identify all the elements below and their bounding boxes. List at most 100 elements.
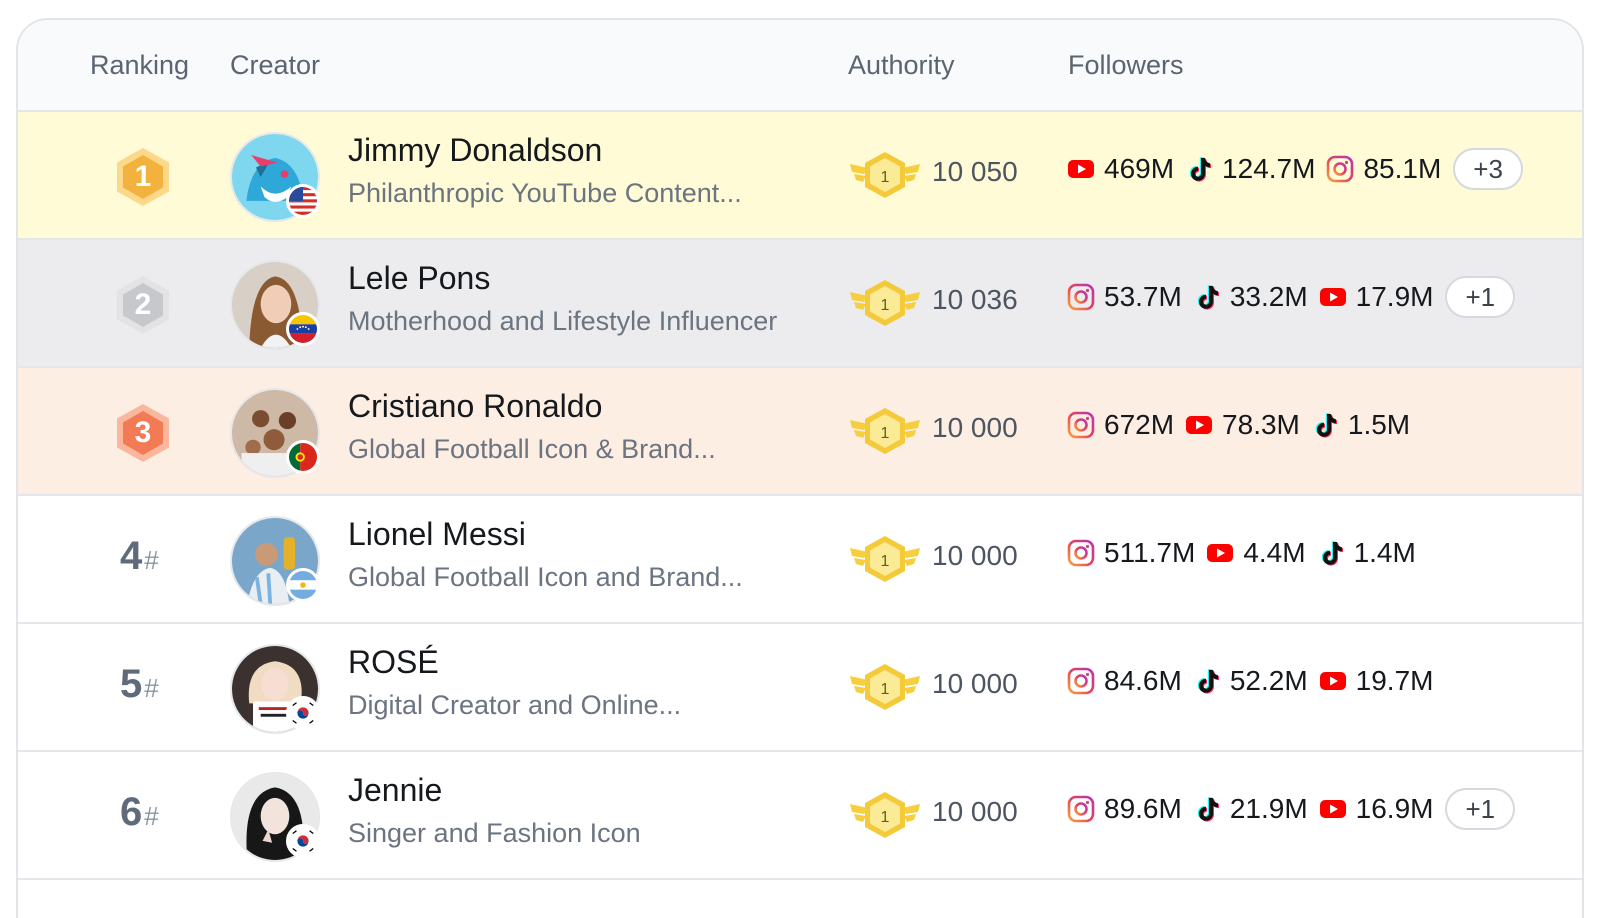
more-platforms-button[interactable]: +1 [1445, 276, 1516, 318]
follower-count-tiktok: 52.2M [1192, 665, 1308, 697]
table-row[interactable]: 2 Lele Pons Motherhood and Lifestyle Influ… [18, 240, 1582, 368]
creator-description: Motherhood and Lifestyle Influencer [348, 306, 778, 336]
follower-value: 1.5M [1347, 409, 1411, 440]
tiktok-icon [1192, 282, 1230, 312]
portugal-flag-icon [286, 440, 320, 474]
follower-value: 1.4M [1353, 537, 1416, 568]
followers-list: 511.7M 4.4M 1.4M [1066, 530, 1426, 576]
follower-count-tiktok: 124.7M [1184, 153, 1315, 185]
authority-level-badge: 1 [848, 662, 922, 714]
rank-medal-badge: 1 [112, 146, 174, 208]
youtube-icon [1318, 666, 1356, 696]
creator-description: Global Football Icon & Brand... [348, 434, 716, 464]
rank-hash: # [144, 545, 159, 575]
creator-name[interactable]: ROSÉ [348, 644, 439, 681]
svg-text:1: 1 [881, 681, 890, 698]
venezuela-flag-icon [286, 312, 320, 346]
rank-medal-badge: 2 [112, 274, 174, 336]
creator-description: Singer and Fashion Icon [348, 818, 641, 848]
follower-value: 672M [1104, 409, 1175, 440]
followers-list: 469M 124.7M 85.1M +3 [1066, 146, 1523, 192]
youtube-icon [1318, 794, 1356, 824]
tiktok-icon [1310, 410, 1348, 440]
creator-name[interactable]: Lionel Messi [348, 516, 526, 553]
youtube-icon [1066, 154, 1104, 184]
follower-count-youtube: 16.9M [1318, 793, 1434, 825]
svg-text:1: 1 [881, 425, 890, 442]
creator-description: Philanthropic YouTube Content... [348, 178, 742, 208]
rank-number: 6# [120, 790, 159, 834]
followers-list: 672M 78.3M 1.5M [1066, 402, 1420, 448]
creator-name[interactable]: Lele Pons [348, 260, 490, 297]
svg-text:1: 1 [881, 169, 890, 186]
more-platforms-button[interactable]: +3 [1453, 148, 1523, 190]
youtube-icon [1205, 538, 1243, 568]
column-header-followers[interactable]: Followers [1068, 50, 1184, 81]
follower-value: 4.4M [1243, 537, 1306, 568]
creator-description: Digital Creator and Online... [348, 690, 682, 720]
authority-level-badge: 1 [848, 150, 922, 202]
follower-value: 469M [1104, 153, 1175, 184]
authority-score: 10 000 [932, 540, 1018, 571]
svg-text:1: 1 [881, 809, 890, 826]
creator-name[interactable]: Jennie [348, 772, 442, 809]
follower-count-tiktok: 1.5M [1310, 409, 1410, 441]
follower-value: 16.9M [1355, 793, 1434, 824]
follower-value: 511.7M [1104, 537, 1196, 568]
follower-value: 89.6M [1104, 793, 1182, 824]
column-header-ranking[interactable]: Ranking [90, 50, 189, 81]
follower-value: 19.7M [1355, 665, 1434, 696]
follower-value: 21.9M [1229, 793, 1308, 824]
follower-value: 124.7M [1222, 153, 1316, 184]
table-row[interactable]: 1 Jimmy Donaldson Philanthropic YouTube Co… [18, 112, 1582, 240]
follower-count-youtube: 19.7M [1318, 665, 1434, 697]
table-row[interactable]: 3 Cristiano Ronaldo Global Football Icon &… [18, 368, 1582, 496]
rank-medal-badge: 3 [112, 402, 174, 464]
youtube-icon [1318, 282, 1356, 312]
follower-count-instagram: 672M [1066, 409, 1174, 441]
korea-flag-icon [286, 824, 320, 858]
us-flag-icon [286, 184, 320, 218]
follower-value: 33.2M [1229, 281, 1308, 312]
instagram-icon [1325, 154, 1363, 184]
followers-list: 89.6M 21.9M 16.9M +1 [1066, 786, 1516, 832]
rank-number: 1 [134, 160, 152, 193]
column-header-authority[interactable]: Authority [848, 50, 955, 81]
authority-level-badge: 1 [848, 406, 922, 458]
table-row[interactable]: 5# ROSÉ Digital Creator and Online... 1 10 0… [18, 624, 1582, 752]
follower-value: 17.9M [1355, 281, 1434, 312]
follower-count-youtube: 469M [1066, 153, 1174, 185]
follower-count-instagram: 511.7M [1066, 537, 1195, 569]
creator-name[interactable]: Jimmy Donaldson [348, 132, 602, 169]
follower-count-instagram: 85.1M [1325, 153, 1441, 185]
follower-value: 53.7M [1104, 281, 1182, 312]
more-platforms-button[interactable]: +1 [1445, 788, 1516, 830]
authority-level-badge: 1 [848, 790, 922, 842]
instagram-icon [1066, 410, 1104, 440]
authority-score: 10 000 [932, 668, 1018, 699]
creator-name[interactable]: Cristiano Ronaldo [348, 388, 602, 425]
youtube-icon [1184, 410, 1222, 440]
authority-level-badge: 1 [848, 534, 922, 586]
follower-count-instagram: 84.6M [1066, 665, 1182, 697]
tiktok-icon [1192, 666, 1230, 696]
table-row[interactable]: 4# Lionel Messi Global Football Icon and B… [18, 496, 1582, 624]
instagram-icon [1066, 538, 1104, 568]
follower-count-tiktok: 21.9M [1192, 793, 1308, 825]
follower-count-youtube: 17.9M [1318, 281, 1434, 313]
table-row[interactable]: 6# Jennie Singer and Fashion Icon 1 10 000 89… [18, 752, 1582, 880]
rank-number: 3 [134, 416, 152, 449]
follower-count-youtube: 78.3M [1184, 409, 1300, 441]
authority-score: 10 050 [932, 156, 1018, 187]
instagram-icon [1066, 666, 1104, 696]
creator-description: Global Football Icon and Brand... [348, 562, 743, 592]
rank-number: 5# [120, 662, 159, 706]
column-header-creator[interactable]: Creator [230, 50, 320, 81]
korea-flag-icon [286, 696, 320, 730]
authority-score: 10 000 [932, 412, 1018, 443]
svg-text:1: 1 [881, 553, 890, 570]
instagram-icon [1066, 282, 1104, 312]
follower-value: 52.2M [1229, 665, 1308, 696]
tiktok-icon [1316, 538, 1354, 568]
rank-number: 4# [120, 534, 159, 578]
